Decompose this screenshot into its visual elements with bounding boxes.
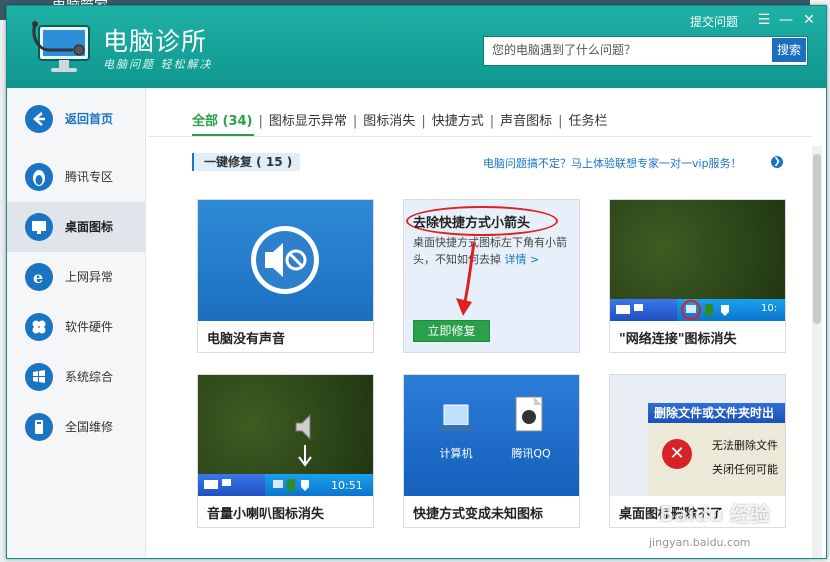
tab-icon-display[interactable]: 图标显示异常 — [269, 110, 347, 129]
card-image: 10:51 — [198, 375, 373, 496]
desktop-icons — [440, 396, 543, 432]
card-title: 去除快捷方式小箭头 — [413, 216, 531, 231]
sidebar: 返回首页 腾讯专区 桌面图标 e 上网异常 软件硬件 系统综合 全国维修 — [7, 88, 146, 558]
sidebar-item-label: 腾讯专区 — [65, 170, 114, 184]
fix-card-network-icon[interactable]: 10: "网络连接"图标消失 — [609, 199, 786, 353]
stethoscope-monitor-icon — [32, 21, 90, 72]
tabs-divider — [147, 136, 812, 137]
header-bar: 电脑诊所 电脑问题 轻松解决 提交问题 ☰ — ✕ 搜索 — [7, 6, 826, 88]
card-image: 10: — [610, 200, 785, 321]
close-icon[interactable]: ✕ — [800, 11, 818, 29]
fix-card-unknown-shortcut[interactable]: 计算机 腾讯QQ 快捷方式变成未知图标 — [403, 374, 580, 528]
search-box: 搜索 — [483, 36, 808, 66]
feedback-link[interactable]: 提交问题 — [690, 13, 738, 30]
taskbar: 10:51 — [198, 474, 373, 496]
system-tray: 10:51 — [265, 474, 373, 496]
tab-sound-icon[interactable]: 声音图标 — [500, 110, 552, 129]
sidebar-item-repair[interactable]: 全国维修 — [7, 402, 145, 452]
app-slogan: 电脑问题 轻松解决 — [103, 58, 213, 71]
windows-logo-icon — [25, 313, 53, 341]
card-caption: 电脑没有声音 — [207, 332, 286, 347]
tab-divider: | — [558, 114, 563, 129]
sidebar-item-label: 上网异常 — [65, 270, 114, 284]
dialog-line: 无法删除文件 — [712, 439, 778, 452]
tab-all[interactable]: 全部 (34) — [192, 110, 253, 129]
fix-card-remove-shortcut-arrow[interactable]: 去除快捷方式小箭头 桌面快捷方式图标左下角有小箭头，不知如何去掉 详情 > 立即… — [403, 199, 580, 353]
taskbar: 10: — [610, 299, 785, 321]
sidebar-item-label: 全国维修 — [65, 420, 114, 434]
clock-text: 10: — [761, 303, 778, 314]
baidu-watermark: Baidu 经验 — [659, 502, 771, 526]
tab-divider: | — [421, 114, 426, 129]
fix-card-volume-icon[interactable]: 10:51 音量小喇叭图标消失 — [197, 374, 374, 528]
qq-penguin-icon — [25, 163, 53, 191]
section-title: 一键修复 ( 15 ) — [192, 153, 301, 171]
scrollbar[interactable] — [812, 146, 822, 558]
details-link[interactable]: 详情 > — [505, 253, 540, 266]
fix-card-no-sound[interactable]: 电脑没有声音 — [197, 199, 374, 353]
speaker-muted-icon — [251, 226, 319, 294]
monitor-icon — [25, 213, 53, 241]
app-title: 电脑诊所 — [103, 27, 208, 56]
sidebar-item-label: 返回首页 — [65, 112, 114, 126]
back-arrow-icon — [25, 105, 53, 133]
tab-taskbar[interactable]: 任务栏 — [569, 110, 608, 129]
pc-tower-icon — [25, 413, 53, 441]
sidebar-item-system[interactable]: 系统综合 — [7, 352, 145, 402]
vip-promo-link[interactable]: 电脑问题搞不定？马上体验联想专家一对一vip服务！ — [483, 155, 742, 171]
computer-icon-label: 计算机 — [439, 447, 473, 460]
sidebar-item-label: 系统综合 — [65, 370, 114, 384]
card-description: 桌面快捷方式图标左下角有小箭头，不知如何去掉 详情 > — [413, 236, 567, 266]
clinic-window: 电脑诊所 电脑问题 轻松解决 提交问题 ☰ — ✕ 搜索 返回首页 腾讯专区 桌… — [6, 5, 827, 559]
card-caption: "网络连接"图标消失 — [619, 332, 737, 347]
error-icon: ✕ — [662, 439, 692, 469]
sidebar-item-desktop-icons[interactable]: 桌面图标 — [7, 202, 145, 252]
system-tray: 10: — [677, 299, 785, 321]
qq-icon-label: 腾讯QQ — [511, 447, 551, 460]
card-image: 计算机 腾讯QQ — [404, 375, 579, 496]
search-button[interactable]: 搜索 — [772, 38, 806, 62]
tab-icon-missing[interactable]: 图标消失 — [363, 110, 415, 129]
watermark-url: jingyan.baidu.com — [649, 536, 751, 549]
keyboard-icon — [616, 304, 643, 314]
sidebar-item-label: 桌面图标 — [65, 220, 114, 234]
chevron-right-icon[interactable]: ❯ — [771, 156, 783, 168]
clock-text: 10:51 — [331, 479, 363, 492]
sidebar-item-software-hardware[interactable]: 软件硬件 — [7, 302, 145, 352]
ie-browser-icon: e — [25, 263, 53, 291]
tab-bar: 全部 (34) | 图标显示异常 | 图标消失 | 快捷方式 | 声音图标 | 任务栏 — [192, 110, 614, 130]
sidebar-item-label: 软件硬件 — [65, 320, 114, 334]
dialog-line: 关闭任何可能 — [712, 463, 778, 476]
card-image — [198, 200, 373, 321]
dialog-title: 删除文件或文件夹时出 — [648, 403, 785, 423]
scrollbar-thumb[interactable] — [813, 154, 821, 324]
sidebar-item-home[interactable]: 返回首页 — [7, 94, 145, 144]
svg-text:e: e — [33, 268, 43, 287]
tab-divider: | — [258, 114, 263, 129]
minimize-icon[interactable]: — — [777, 11, 795, 29]
menu-icon[interactable]: ☰ — [755, 11, 773, 29]
sidebar-item-network[interactable]: e 上网异常 — [7, 252, 145, 302]
card-caption: 音量小喇叭图标消失 — [207, 507, 325, 522]
fix-now-button[interactable]: 立即修复 — [413, 320, 490, 342]
tab-shortcut[interactable]: 快捷方式 — [432, 110, 484, 129]
tab-divider: | — [489, 114, 495, 129]
tab-divider: | — [352, 114, 358, 129]
card-caption: 快捷方式变成未知图标 — [413, 507, 544, 522]
sidebar-item-tencent[interactable]: 腾讯专区 — [7, 152, 145, 202]
red-arrow-annotation — [456, 241, 476, 316]
windows-flag-icon — [25, 363, 53, 391]
search-input[interactable] — [484, 37, 780, 63]
keyboard-icon — [204, 479, 231, 489]
card-image: 删除文件或文件夹时出 ✕ 无法删除文件 关闭任何可能 — [610, 375, 785, 496]
